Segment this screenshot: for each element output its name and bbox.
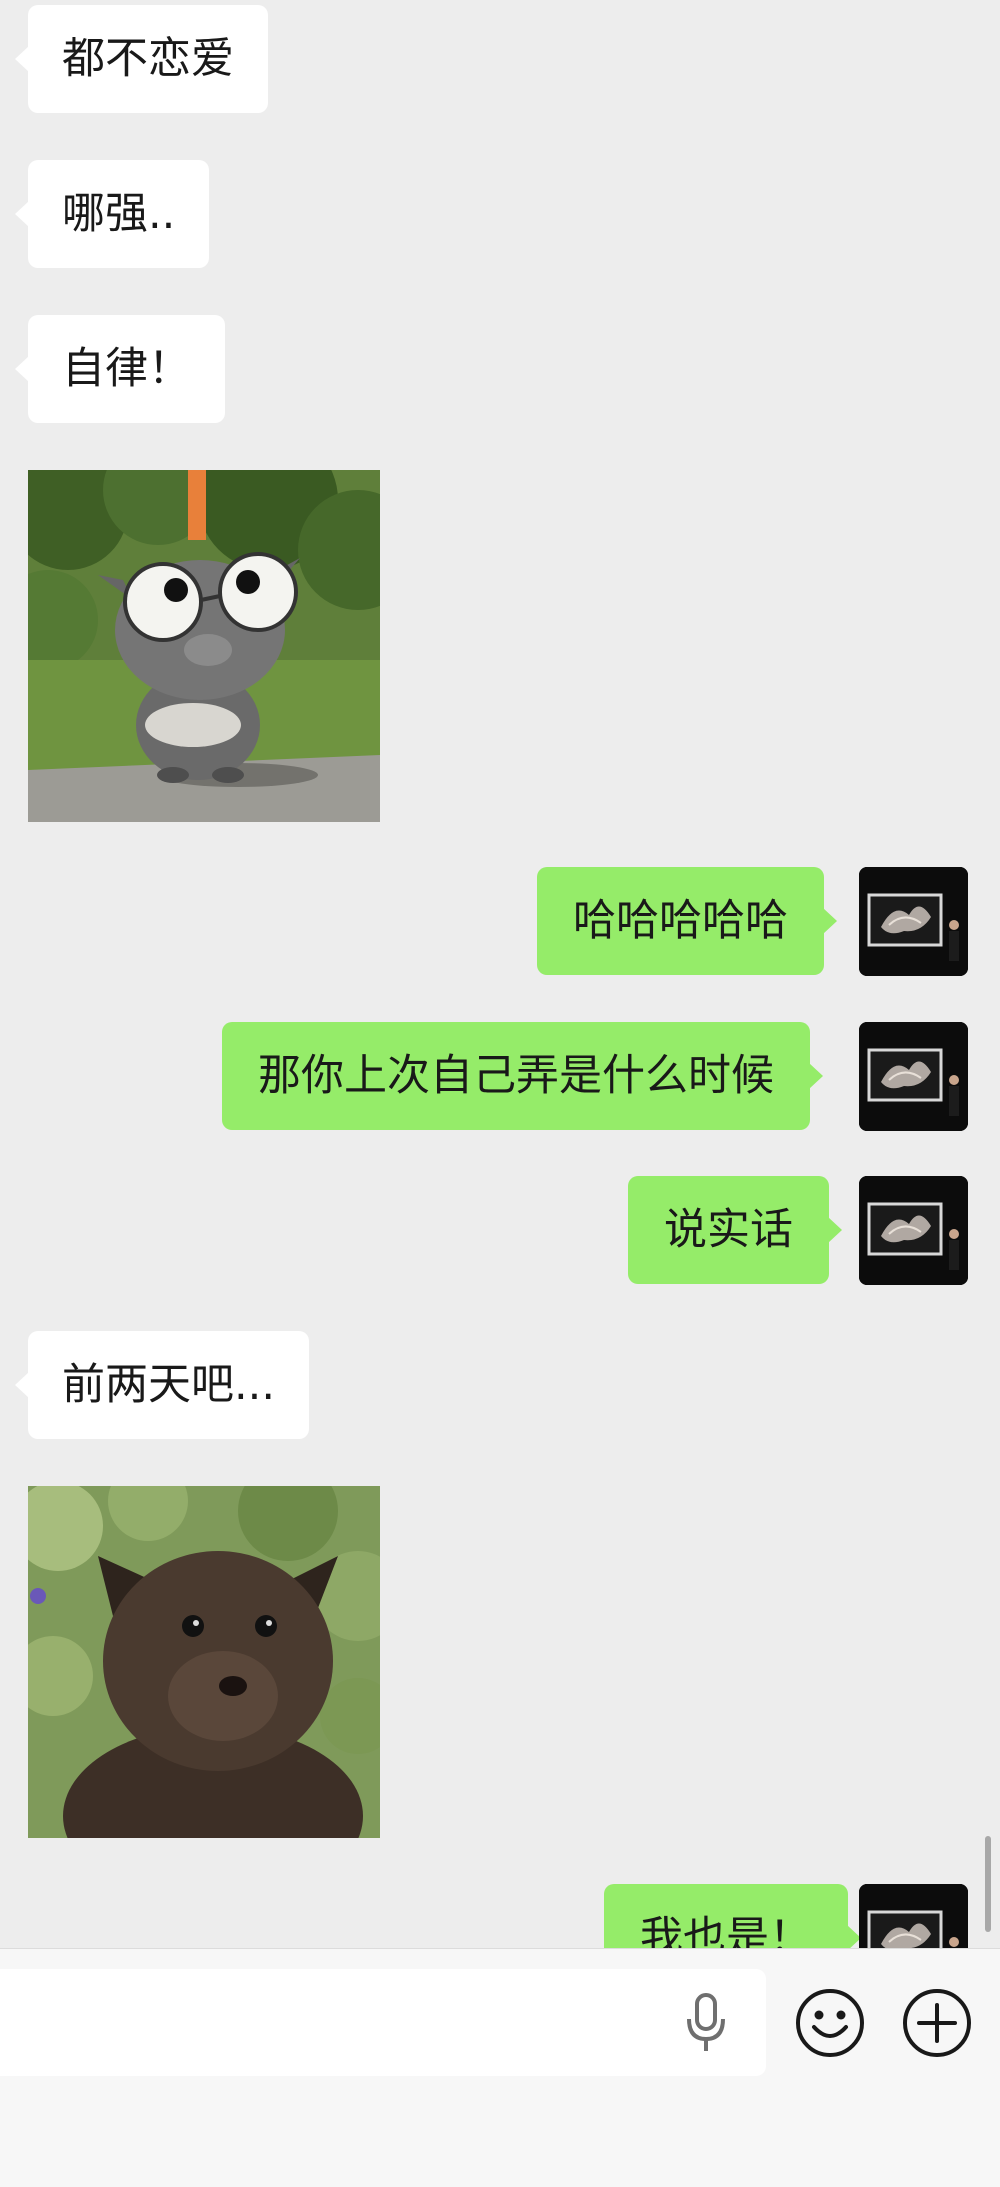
scrollbar[interactable] xyxy=(985,1836,991,1932)
message-bubble-incoming[interactable]: 自律！ xyxy=(15,315,225,423)
message-input[interactable] xyxy=(0,1969,766,2076)
avatar[interactable] xyxy=(859,867,968,976)
message-bubble-outgoing[interactable]: 那你上次自己弄是什么时候 xyxy=(222,1022,823,1130)
message-bubble-outgoing[interactable]: 说实话 xyxy=(628,1176,842,1284)
message-bubble-outgoing[interactable]: 哈哈哈哈哈 xyxy=(537,867,837,975)
message-bubble-outgoing[interactable]: 我也是！ xyxy=(604,1884,861,1948)
input-bar xyxy=(0,1948,1000,2187)
emoji-icon[interactable] xyxy=(794,1987,866,2059)
avatar[interactable] xyxy=(859,1176,968,1285)
chat-screen: 都不恋爱 哪强.. 自律！ 哈哈哈哈哈 那你上次自己弄是什么时候 说实话 前两天… xyxy=(0,0,1000,2187)
message-list[interactable]: 都不恋爱 哪强.. 自律！ 哈哈哈哈哈 那你上次自己弄是什么时候 说实话 前两天… xyxy=(0,0,1000,1948)
avatar[interactable] xyxy=(859,1884,968,1948)
message-bubble-incoming[interactable]: 都不恋爱 xyxy=(15,5,268,113)
avatar[interactable] xyxy=(859,1022,968,1131)
puppy-sticker[interactable] xyxy=(28,1486,380,1838)
message-bubble-incoming[interactable]: 前两天吧... xyxy=(14,1331,310,1439)
cartoon-glasses-creature-sticker[interactable] xyxy=(28,470,380,822)
plus-icon[interactable] xyxy=(901,1987,973,2059)
message-bubble-incoming[interactable]: 哪强.. xyxy=(14,160,210,268)
